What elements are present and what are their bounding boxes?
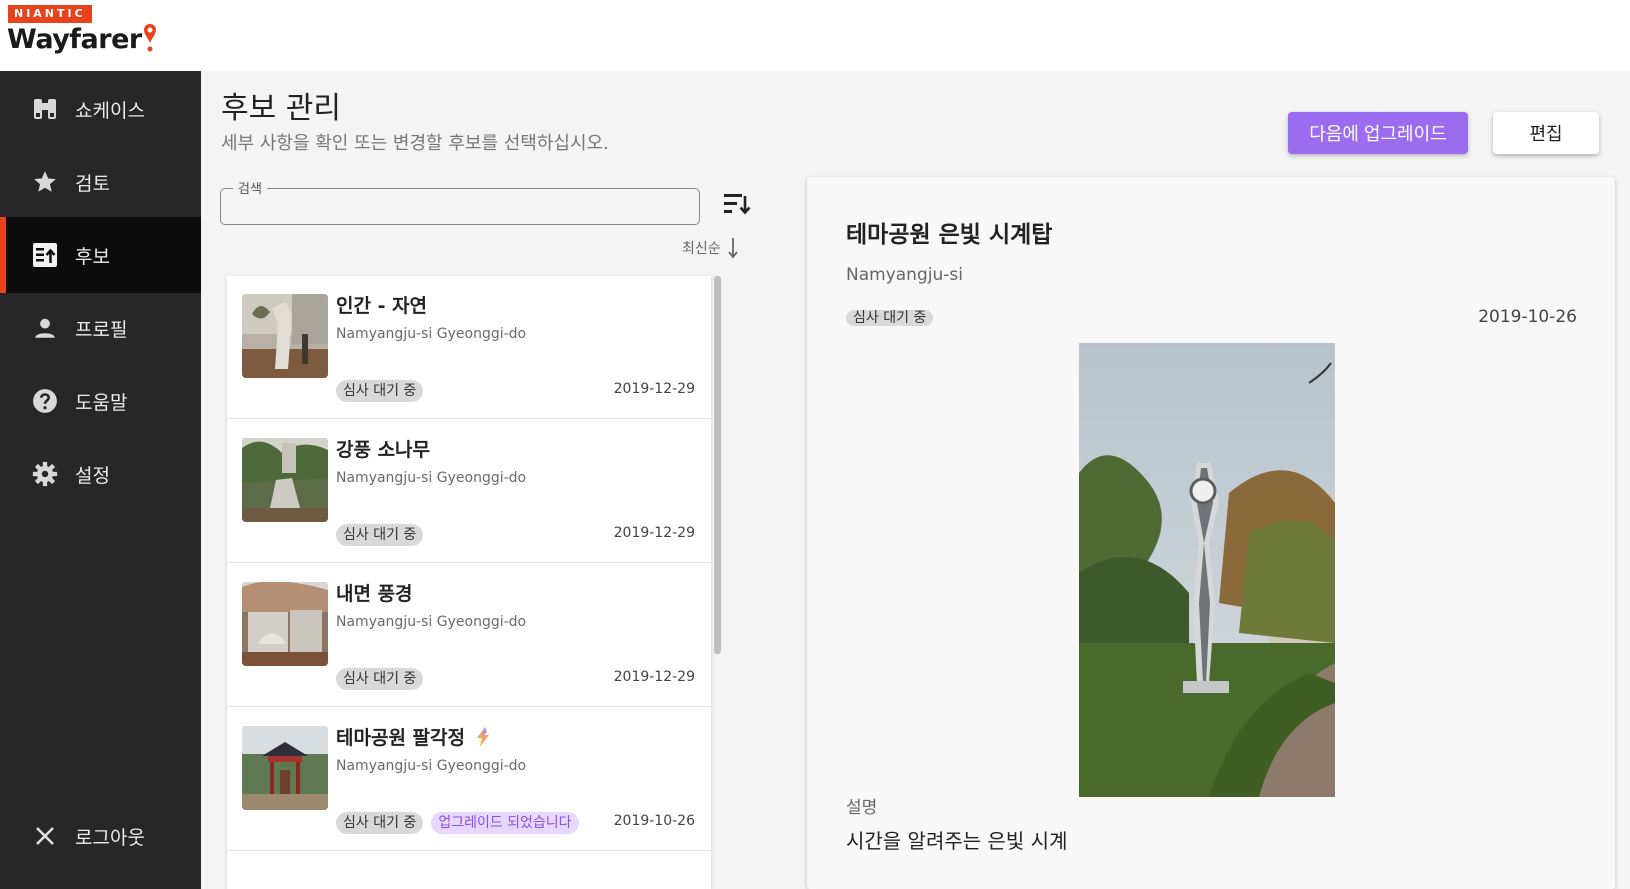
niantic-logo: NIANTIC [8, 5, 92, 23]
binoculars-icon [31, 95, 59, 123]
person-icon [31, 314, 59, 342]
edit-button[interactable]: 편집 [1493, 112, 1599, 154]
sidebar-item-nominations[interactable]: 후보 [0, 217, 201, 293]
close-icon [31, 822, 59, 850]
sidebar-item-review[interactable]: 검토 [0, 144, 201, 220]
nomination-card[interactable]: 내면 풍경 Namyangju-si Gyeonggi-do 심사 대기 중 2… [227, 564, 711, 707]
nomination-location: Namyangju-si Gyeonggi-do [336, 758, 527, 774]
search-field[interactable]: 검색 [220, 178, 700, 225]
description-text: 시간을 알려주는 은빛 시계 [846, 829, 1068, 853]
star-icon [31, 168, 59, 196]
sidebar: 쇼케이스 검토 후보 프로필 도움말 설정 로그아웃 [0, 71, 201, 889]
sort-button[interactable] [721, 189, 753, 219]
nomination-title: 인간 - 자연 [336, 295, 428, 317]
sidebar-item-settings[interactable]: 설정 [0, 436, 201, 512]
sidebar-item-label: 후보 [75, 245, 110, 268]
pin-icon [144, 24, 156, 52]
sort-icon [724, 194, 751, 215]
help-circle-icon [31, 387, 59, 415]
nomination-thumbnail [242, 726, 328, 810]
sidebar-item-label: 설정 [75, 464, 110, 487]
top-bar: NIANTIC Wayfarer [0, 0, 1630, 71]
detail-title: 테마공원 은빛 시계탑 [846, 222, 1053, 248]
nomination-card[interactable]: 강풍 소나무 Namyangju-si Gyeonggi-do 심사 대기 중 … [227, 420, 711, 563]
nomination-thumbnail [242, 294, 328, 378]
list-scrollbar[interactable] [714, 276, 721, 654]
main-content: 후보 관리 세부 사항을 확인 또는 변경할 후보를 선택하십시오. 다음에 업… [201, 71, 1630, 889]
nomination-thumbnail [242, 582, 328, 666]
upload-list-icon [31, 241, 59, 269]
nomination-thumbnail [242, 438, 328, 522]
sidebar-item-label: 쇼케이스 [75, 99, 145, 122]
nomination-title: 내면 풍경 [336, 583, 413, 605]
nomination-card[interactable]: 인간 - 자연 Namyangju-si Gyeonggi-do 심사 대기 중… [227, 276, 711, 419]
sidebar-item-profile[interactable]: 프로필 [0, 290, 201, 366]
status-badge: 심사 대기 중 [336, 380, 424, 402]
nomination-detail-panel: 테마공원 은빛 시계탑 Namyangju-si 심사 대기 중 2019-10… [807, 177, 1615, 889]
sidebar-item-label: 검토 [75, 172, 110, 195]
detail-location: Namyangju-si [846, 265, 963, 285]
sort-order-label: 최신순 [682, 241, 721, 257]
lightning-upgrade-icon [476, 726, 489, 747]
page-subtitle: 세부 사항을 확인 또는 변경할 후보를 선택하십시오. [221, 133, 609, 154]
nomination-title: 테마공원 팔각정 [336, 723, 491, 750]
nomination-title: 강풍 소나무 [336, 439, 431, 461]
wayfarer-logo[interactable]: Wayfarer [7, 24, 142, 55]
upgraded-badge: 업그레이드 되었습니다 [431, 812, 579, 834]
nomination-date: 2019-12-29 [613, 381, 695, 397]
sidebar-item-label: 프로필 [75, 318, 128, 341]
status-badge: 심사 대기 중 [336, 812, 424, 834]
nomination-photo[interactable] [1079, 343, 1335, 797]
detail-date: 2019-10-26 [1478, 307, 1577, 327]
nomination-date: 2019-12-29 [613, 525, 695, 541]
search-input[interactable] [231, 195, 686, 219]
sidebar-item-label: 도움말 [75, 391, 128, 414]
nomination-date: 2019-12-29 [613, 669, 695, 685]
status-badge: 심사 대기 중 [846, 310, 934, 326]
sidebar-item-help[interactable]: 도움말 [0, 363, 201, 439]
upgrade-next-button[interactable]: 다음에 업그레이드 [1288, 112, 1468, 154]
logout-label: 로그아웃 [75, 826, 145, 849]
nomination-card[interactable]: 테마공원 팔각정 Namyangju-si Gyeonggi-do 심사 대기 … [227, 708, 711, 851]
status-badge: 심사 대기 중 [336, 524, 424, 546]
description-label: 설명 [846, 798, 878, 818]
sidebar-item-showcase[interactable]: 쇼케이스 [0, 71, 201, 147]
logout-button[interactable]: 로그아웃 [0, 798, 201, 874]
nomination-date: 2019-10-26 [613, 813, 695, 829]
status-badge: 심사 대기 중 [336, 668, 424, 690]
sort-order-toggle[interactable]: 최신순 [682, 237, 739, 259]
nomination-location: Namyangju-si Gyeonggi-do [336, 470, 527, 486]
arrow-down-icon [727, 238, 738, 259]
nomination-location: Namyangju-si Gyeonggi-do [336, 326, 527, 342]
nomination-location: Namyangju-si Gyeonggi-do [336, 614, 527, 630]
page-title: 후보 관리 [221, 91, 341, 126]
gear-icon [31, 460, 59, 488]
nomination-list[interactable]: 인간 - 자연 Namyangju-si Gyeonggi-do 심사 대기 중… [227, 276, 711, 889]
